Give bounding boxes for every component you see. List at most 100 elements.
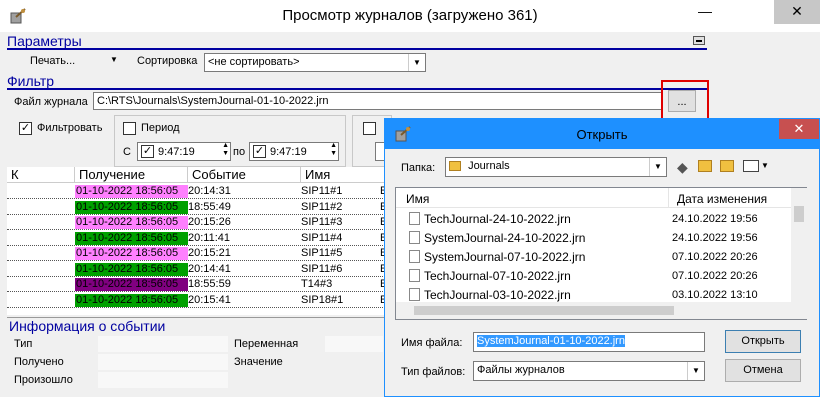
name-cell: SIP11#6: [301, 262, 343, 275]
received-cell: 01-10-2022 18:56:05: [75, 200, 188, 214]
table-row[interactable]: 01-10-2022 18:56:0520:15:21SIP11#5E: [7, 246, 387, 261]
file-name: TechJournal-24-10-2022.jrn: [424, 212, 571, 226]
type-value: [98, 336, 228, 352]
filename-input[interactable]: SystemJournal-01-10-2022.jrn: [473, 332, 705, 352]
print-button[interactable]: Печать... ▼: [30, 55, 118, 67]
col-name[interactable]: Имя: [406, 192, 429, 206]
time-to-checkbox[interactable]: ✓: [253, 145, 266, 158]
file-list: Имя Дата изменения TechJournal-24-10-202…: [395, 187, 807, 320]
col-header-name[interactable]: Имя: [301, 167, 387, 183]
received-cell: 01-10-2022 18:56:05: [75, 185, 188, 198]
name-cell: SIP11#3: [301, 216, 343, 228]
sort-select[interactable]: <не сортировать> ▼: [204, 53, 426, 72]
params-section-header: Параметры: [7, 33, 707, 50]
file-label: Файл журнала: [14, 96, 88, 108]
chevron-down-icon: ▼: [687, 362, 704, 380]
new-folder-icon[interactable]: [720, 160, 734, 172]
name-cell: SIP11#4: [301, 231, 343, 244]
file-path-field[interactable]: C:\RTS\Journals\SystemJournal-01-10-2022…: [93, 92, 663, 110]
table-row[interactable]: 01-10-2022 18:56:0518:55:59T14#3E: [7, 277, 387, 292]
open-dialog: Открыть ✕ Папка: Journals ▼ ◆ ▼ Имя Дата…: [384, 118, 820, 397]
file-icon: [409, 250, 420, 263]
time-from-field[interactable]: ✓ 9:47:19 ▲ ▼: [137, 142, 231, 161]
period-checkbox[interactable]: [123, 122, 136, 135]
file-icon: [409, 269, 420, 282]
file-item[interactable]: TechJournal-24-10-2022.jrn 24.10.2022 19:…: [396, 209, 791, 228]
print-label: Печать...: [30, 55, 76, 67]
filter-checkbox[interactable]: ✓: [19, 122, 32, 135]
table-row[interactable]: 01-10-2022 18:56:0520:15:26SIP11#3E: [7, 215, 387, 230]
file-name: SystemJournal-24-10-2022.jrn: [424, 231, 586, 245]
occurred-value: [98, 372, 228, 388]
col-header-received[interactable]: Получение: [75, 167, 188, 183]
from-label: С: [123, 146, 131, 158]
horizontal-scrollbar[interactable]: [396, 302, 807, 319]
folder-icon: [449, 161, 461, 172]
chevron-down-icon: ▼: [649, 158, 666, 176]
file-item[interactable]: TechJournal-07-10-2022.jrn 07.10.2022 20:…: [396, 266, 791, 285]
filter-check-label: Фильтровать: [37, 122, 103, 134]
filetype-select[interactable]: Файлы журналов ▼: [473, 361, 705, 381]
event-cell: 20:15:26: [188, 216, 231, 228]
file-icon: [409, 231, 420, 244]
name-cell: T14#3: [301, 278, 333, 290]
vertical-scrollbar[interactable]: [791, 188, 807, 302]
filename-value: SystemJournal-01-10-2022.jrn: [477, 335, 625, 347]
spin-icon[interactable]: ▲ ▼: [330, 143, 337, 158]
time-from-checkbox[interactable]: ✓: [141, 145, 154, 158]
dialog-title-bar: Открыть ✕: [385, 119, 819, 149]
variable-label: Переменная: [234, 338, 299, 350]
event-cell: 20:15:21: [188, 247, 231, 259]
received-value: [98, 354, 228, 370]
time-from-value: 9:47:19: [158, 146, 195, 158]
table-row[interactable]: 01-10-2022 18:56:0520:15:41SIP18#1E: [7, 293, 387, 308]
title-bar: Просмотр журналов (загружено 361) — ✕: [0, 0, 820, 32]
table-row[interactable]: 01-10-2022 18:56:0518:55:49SIP11#2E: [7, 200, 387, 215]
event-cell: 20:15:41: [188, 293, 231, 306]
col-date[interactable]: Дата изменения: [677, 192, 767, 206]
folder-select[interactable]: Journals ▼: [445, 157, 667, 177]
event-cell: 20:11:41: [188, 231, 231, 244]
up-folder-icon[interactable]: [698, 160, 712, 172]
received-cell: 01-10-2022 18:56:05: [75, 216, 188, 229]
sort-label: Сортировка: [137, 55, 198, 67]
chevron-down-icon[interactable]: ▼: [761, 161, 769, 170]
filename-label: Имя файла:: [401, 337, 463, 349]
scroll-thumb[interactable]: [414, 306, 674, 315]
folder-label: Папка:: [401, 162, 436, 174]
view-menu-icon[interactable]: [743, 160, 759, 172]
collapse-icon[interactable]: [693, 36, 705, 45]
dialog-close-button[interactable]: ✕: [779, 119, 819, 139]
file-icon: [409, 212, 420, 225]
table-row[interactable]: 01-10-2022 18:56:0520:14:31SIP11#1E: [7, 184, 387, 199]
open-button[interactable]: Открыть: [725, 330, 801, 353]
to-label: по: [233, 146, 246, 158]
name-cell: SIP18#1: [301, 293, 344, 306]
params-header-label: Параметры: [7, 33, 82, 49]
table-row[interactable]: 01-10-2022 18:56:0520:14:41SIP11#6E: [7, 262, 387, 277]
col-header-event[interactable]: Событие: [188, 167, 301, 183]
file-item[interactable]: SystemJournal-07-10-2022.jrn 07.10.2022 2…: [396, 247, 791, 266]
second-filter-checkbox[interactable]: [363, 122, 376, 135]
file-name: TechJournal-07-10-2022.jrn: [424, 269, 571, 283]
table-row[interactable]: 01-10-2022 18:56:0520:11:41SIP11#4E: [7, 231, 387, 246]
minimize-button[interactable]: —: [682, 0, 728, 24]
event-info-header-label: Информация о событии: [9, 318, 166, 334]
close-button[interactable]: ✕: [774, 0, 820, 24]
col-header-k[interactable]: К: [7, 167, 75, 183]
back-icon[interactable]: ◆: [677, 159, 688, 176]
spin-icon[interactable]: ▲ ▼: [222, 143, 229, 158]
name-cell: SIP11#2: [301, 200, 343, 213]
chevron-down-icon: ▼: [408, 54, 425, 71]
variable-value: [325, 336, 383, 352]
file-item[interactable]: SystemJournal-24-10-2022.jrn 24.10.2022 1…: [396, 228, 791, 247]
dialog-title: Открыть: [576, 127, 628, 142]
file-date: 24.10.2022 19:56: [672, 213, 758, 225]
dropdown-arrow-icon: ▼: [110, 55, 118, 64]
cancel-button[interactable]: Отмена: [725, 359, 801, 382]
file-name: SystemJournal-07-10-2022.jrn: [424, 250, 586, 264]
scroll-thumb[interactable]: [794, 206, 804, 222]
received-cell: 01-10-2022 18:56:05: [75, 247, 188, 260]
value-label: Значение: [234, 356, 283, 368]
time-to-field[interactable]: ✓ 9:47:19 ▲ ▼: [249, 142, 339, 161]
